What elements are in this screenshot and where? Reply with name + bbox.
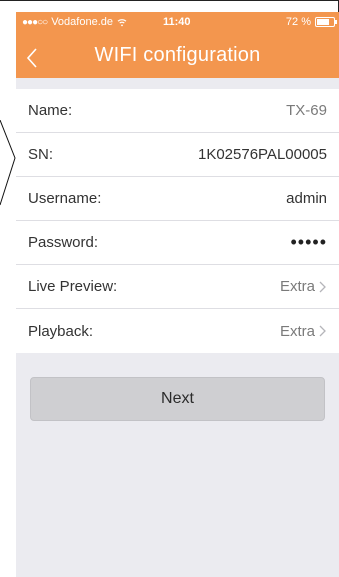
chevron-right-icon — [319, 281, 326, 292]
password-field[interactable]: ••••• — [290, 232, 327, 253]
row-value: TX-69 — [286, 102, 327, 119]
status-left: ●●●○○ Vodafone.de — [22, 16, 127, 28]
row-playback[interactable]: Playback: Extra — [16, 309, 339, 353]
carrier-name: Vodafone.de — [51, 16, 113, 28]
nav-bar: WIFI configuration — [16, 34, 339, 78]
row-label: Password: — [28, 234, 99, 251]
chevron-right-icon — [319, 325, 326, 337]
row-value: Extra — [279, 278, 315, 295]
row-label: Playback: — [28, 322, 94, 340]
frame-top-line — [0, 0, 339, 1]
status-time: 11:40 — [163, 16, 191, 28]
next-button[interactable]: Next — [30, 377, 325, 421]
row-value-wrap: Extra — [280, 323, 327, 340]
row-password[interactable]: Password: ••••• — [16, 221, 339, 265]
row-value: Extra — [279, 322, 315, 340]
row-sn: SN: 1K02576PAL00005 — [16, 133, 339, 177]
row-username[interactable]: Username: admin — [16, 177, 339, 221]
row-value-wrap: Extra — [280, 278, 327, 295]
signal-strength-icon: ●●●○○ — [22, 16, 48, 28]
wifi-icon — [117, 18, 127, 26]
page-title: WIFI configuration — [94, 44, 261, 66]
row-live-preview[interactable]: Live Preview: Extra — [16, 265, 339, 309]
settings-list: Name: TX-69 SN: 1K02576PAL00005 Username… — [16, 89, 339, 353]
row-value: 1K02576PAL00005 — [197, 146, 327, 163]
row-label: Live Preview: — [28, 278, 118, 295]
row-label: SN: — [28, 146, 54, 163]
phone-screen: ●●●○○ Vodafone.de 11:40 72 % WIFI config — [16, 12, 339, 577]
row-name: Name: TX-69 — [16, 89, 339, 133]
status-right: 72 % — [286, 16, 337, 28]
status-bar: ●●●○○ Vodafone.de 11:40 72 % — [16, 12, 339, 34]
row-label: Name: — [28, 102, 73, 119]
battery-icon — [315, 17, 337, 27]
row-value[interactable]: admin — [286, 190, 327, 207]
battery-percent: 72 % — [285, 16, 311, 28]
row-label: Username: — [28, 190, 102, 207]
